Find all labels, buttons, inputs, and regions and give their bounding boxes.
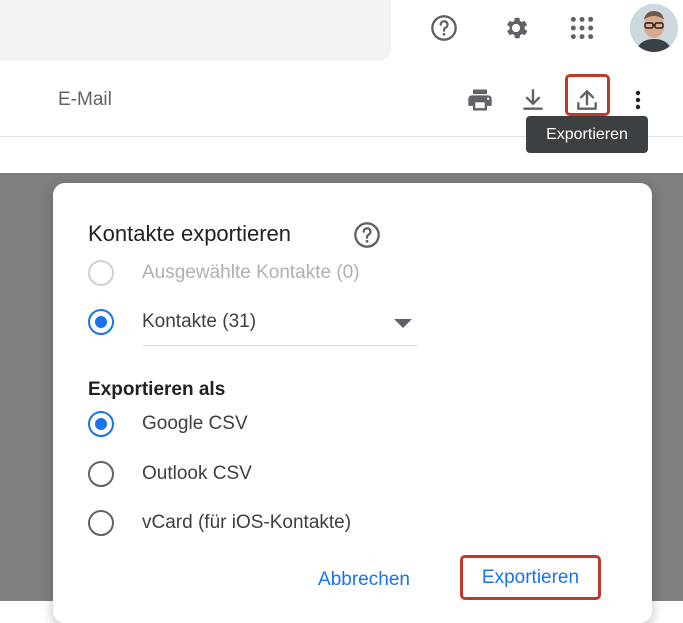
export-tooltip: Exportieren <box>526 116 648 153</box>
contacts-dropdown[interactable] <box>143 305 418 346</box>
radio-label: Google CSV <box>142 413 248 434</box>
download-icon[interactable] <box>513 80 553 120</box>
printer-icon[interactable] <box>460 80 500 120</box>
radio-outlook-csv[interactable]: Outlook CSV <box>88 457 252 491</box>
radio-label: vCard (für iOS-Kontakte) <box>142 512 352 533</box>
radio-label: Ausgewählte Kontakte (0) <box>142 262 360 283</box>
radio-button[interactable] <box>88 461 114 487</box>
search-box[interactable] <box>0 0 391 61</box>
avatar[interactable] <box>630 4 678 52</box>
export-as-label: Exportieren als <box>88 379 226 400</box>
radio-button <box>88 260 114 286</box>
export-button-highlight <box>460 555 601 600</box>
radio-selected-contacts: Ausgewählte Kontakte (0) <box>88 256 360 290</box>
help-icon[interactable] <box>353 221 381 249</box>
cancel-button[interactable]: Abbrechen <box>299 563 429 597</box>
help-icon[interactable] <box>424 8 464 48</box>
radio-vcard[interactable]: vCard (für iOS-Kontakte) <box>88 506 351 540</box>
export-dialog: Kontakte exportieren Ausgewählte Kontakt… <box>53 183 652 623</box>
gear-icon[interactable] <box>496 8 536 48</box>
dialog-title: Kontakte exportieren <box>88 221 292 246</box>
top-header <box>0 0 683 64</box>
column-header-email: E-Mail <box>58 89 112 110</box>
radio-label: Outlook CSV <box>142 463 252 484</box>
radio-button[interactable] <box>88 309 114 335</box>
radio-button[interactable] <box>88 510 114 536</box>
apps-grid-icon[interactable] <box>562 8 602 48</box>
more-vertical-icon[interactable] <box>618 80 658 120</box>
dropdown-arrow-icon <box>394 319 412 328</box>
radio-google-csv[interactable]: Google CSV <box>88 407 248 441</box>
radio-button[interactable] <box>88 411 114 437</box>
export-highlight <box>565 74 610 116</box>
